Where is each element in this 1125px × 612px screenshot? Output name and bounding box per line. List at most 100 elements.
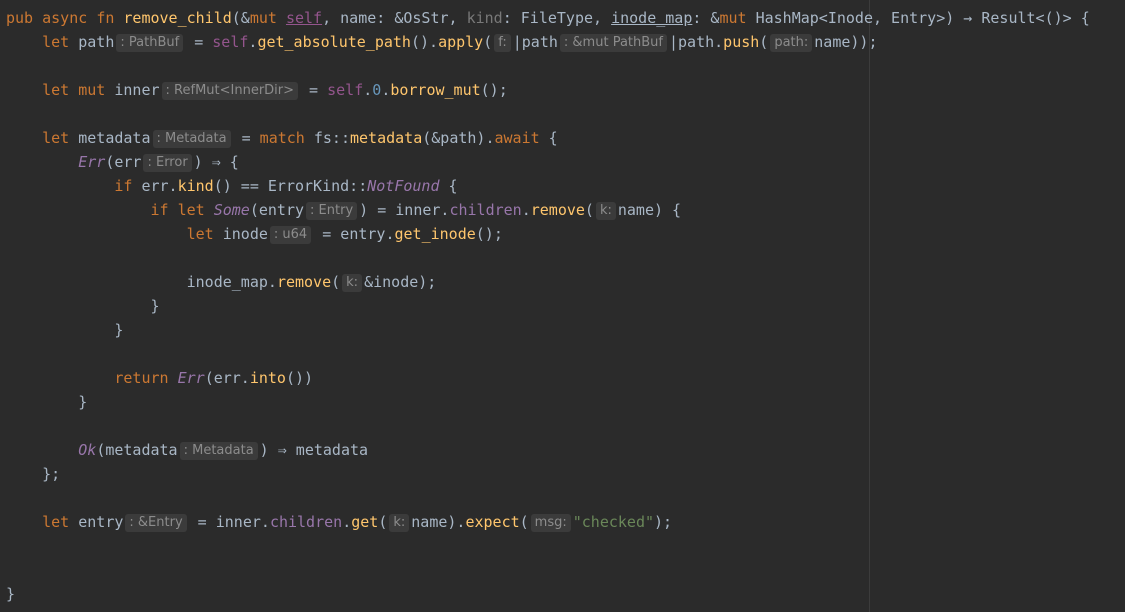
- code-line-content-with-warning: }: [6, 297, 160, 315]
- code-line[interactable]: [6, 414, 1125, 438]
- code-token: =: [300, 81, 328, 99]
- code-editor[interactable]: pub async fn remove_child(&mut self, nam…: [0, 0, 1125, 612]
- code-token: .: [342, 513, 352, 531]
- code-line[interactable]: [6, 246, 1125, 270]
- code-token: into: [249, 369, 286, 387]
- code-token: {: [439, 177, 458, 195]
- inlay-hint: msg:: [530, 514, 571, 532]
- code-line[interactable]: [6, 534, 1125, 558]
- code-token: ) = inner.: [359, 201, 450, 219]
- code-line[interactable]: Ok(metadata: Metadata) ⇒ metadata: [6, 438, 1125, 462]
- code-token: get: [351, 513, 379, 531]
- code-token: mut: [78, 81, 106, 99]
- code-token: ();: [480, 81, 508, 99]
- code-line-content-with-warning: }: [6, 321, 124, 339]
- code-token: await: [494, 129, 540, 147]
- code-token: self: [285, 9, 323, 27]
- code-token: if: [114, 177, 133, 195]
- code-token: "checked": [572, 513, 655, 531]
- code-line[interactable]: let inode: u64 = entry.get_inode();: [6, 222, 1125, 246]
- code-token: (&: [231, 9, 250, 27]
- inlay-hint: : u64: [269, 226, 312, 244]
- code-token: fn: [96, 9, 115, 27]
- code-token: let: [42, 81, 70, 99]
- code-token: (: [331, 273, 341, 291]
- code-line[interactable]: [6, 102, 1125, 126]
- code-token: ) ⇒ metadata: [259, 441, 369, 459]
- code-line[interactable]: inode_map.remove(k: &inode);: [6, 270, 1125, 294]
- code-line[interactable]: return Err(err.into()): [6, 366, 1125, 390]
- code-line[interactable]: }: [6, 294, 1125, 318]
- code-token: err.: [132, 177, 178, 195]
- inlay-hint: f:: [494, 34, 511, 52]
- code-token: remove: [276, 273, 332, 291]
- code-token: inner: [105, 81, 160, 99]
- code-line[interactable]: }: [6, 390, 1125, 414]
- code-token: (entry: [249, 201, 305, 219]
- code-line[interactable]: }: [6, 318, 1125, 342]
- code-token: let: [42, 129, 70, 147]
- code-line-content-with-warning: return Err(err.into()): [6, 369, 314, 387]
- inlay-hint: k:: [595, 202, 616, 220]
- code-token: name).: [411, 513, 466, 531]
- code-line[interactable]: Err(err: Error) ⇒ {: [6, 150, 1125, 174]
- code-line[interactable]: [6, 558, 1125, 582]
- code-token: .: [521, 201, 531, 219]
- code-line[interactable]: [6, 486, 1125, 510]
- inlay-hint: : &Entry: [125, 514, 187, 532]
- code-line-content-with-warning: let mut inner: RefMut<InnerDir> = self.0…: [6, 81, 508, 100]
- code-line-content-with-warning: let entry: &Entry = inner.children.get(k…: [6, 513, 673, 532]
- inlay-hint: : Metadata: [152, 130, 231, 148]
- code-line[interactable]: if let Some(entry: Entry) = inner.childr…: [6, 198, 1125, 222]
- code-token: (err.: [204, 369, 250, 387]
- code-line[interactable]: let mut inner: RefMut<InnerDir> = self.0…: [6, 78, 1125, 102]
- code-token: (metadata: [96, 441, 178, 459]
- code-token: |path.: [668, 33, 724, 51]
- code-line[interactable]: [6, 342, 1125, 366]
- code-line[interactable]: let entry: &Entry = inner.children.get(k…: [6, 510, 1125, 534]
- code-token: (&path).: [422, 129, 495, 147]
- inlay-hint: : &mut PathBuf: [559, 34, 667, 52]
- code-token: ()): [285, 369, 314, 387]
- code-line[interactable]: let metadata: Metadata = match fs::metad…: [6, 126, 1125, 150]
- code-line-content-with-warning: let metadata: Metadata = match fs::metad…: [6, 129, 558, 148]
- code-token: kind: [466, 9, 503, 27]
- code-line[interactable]: let path: PathBuf = self.get_absolute_pa…: [6, 30, 1125, 54]
- code-token: path: [69, 33, 115, 51]
- code-token: (: [759, 33, 769, 51]
- code-line[interactable]: if err.kind() == ErrorKind::NotFound {: [6, 174, 1125, 198]
- code-token: mut: [719, 9, 747, 27]
- code-line[interactable]: };: [6, 462, 1125, 486]
- code-token: expect: [465, 513, 520, 531]
- code-token: ();: [475, 225, 503, 243]
- inlay-hint: k:: [342, 274, 363, 292]
- code-line[interactable]: [6, 54, 1125, 78]
- code-line[interactable]: pub async fn remove_child(&mut self, nam…: [6, 6, 1125, 30]
- code-token: NotFound: [367, 177, 440, 195]
- inlay-hint: : PathBuf: [116, 34, 184, 52]
- code-area[interactable]: pub async fn remove_child(&mut self, nam…: [6, 6, 1125, 606]
- inlay-hint: : RefMut<InnerDir>: [161, 82, 299, 100]
- code-line[interactable]: }: [6, 582, 1125, 606]
- code-token: name) {: [617, 201, 682, 219]
- code-token: .: [381, 81, 391, 99]
- code-line-content-with-warning: if err.kind() == ErrorKind::NotFound {: [6, 177, 458, 195]
- code-token: fs::: [304, 129, 350, 147]
- code-token: () == ErrorKind::: [213, 177, 368, 195]
- code-token: metadata: [349, 129, 423, 147]
- inlay-hint: : Error: [143, 154, 192, 172]
- code-line-content-with-warning: }: [6, 393, 88, 411]
- code-token: children: [449, 201, 522, 219]
- code-token: self: [212, 33, 249, 51]
- code-token: match: [259, 129, 305, 147]
- code-token: if: [150, 201, 169, 219]
- code-line-content-with-warning: let inode: u64 = entry.get_inode();: [6, 225, 503, 244]
